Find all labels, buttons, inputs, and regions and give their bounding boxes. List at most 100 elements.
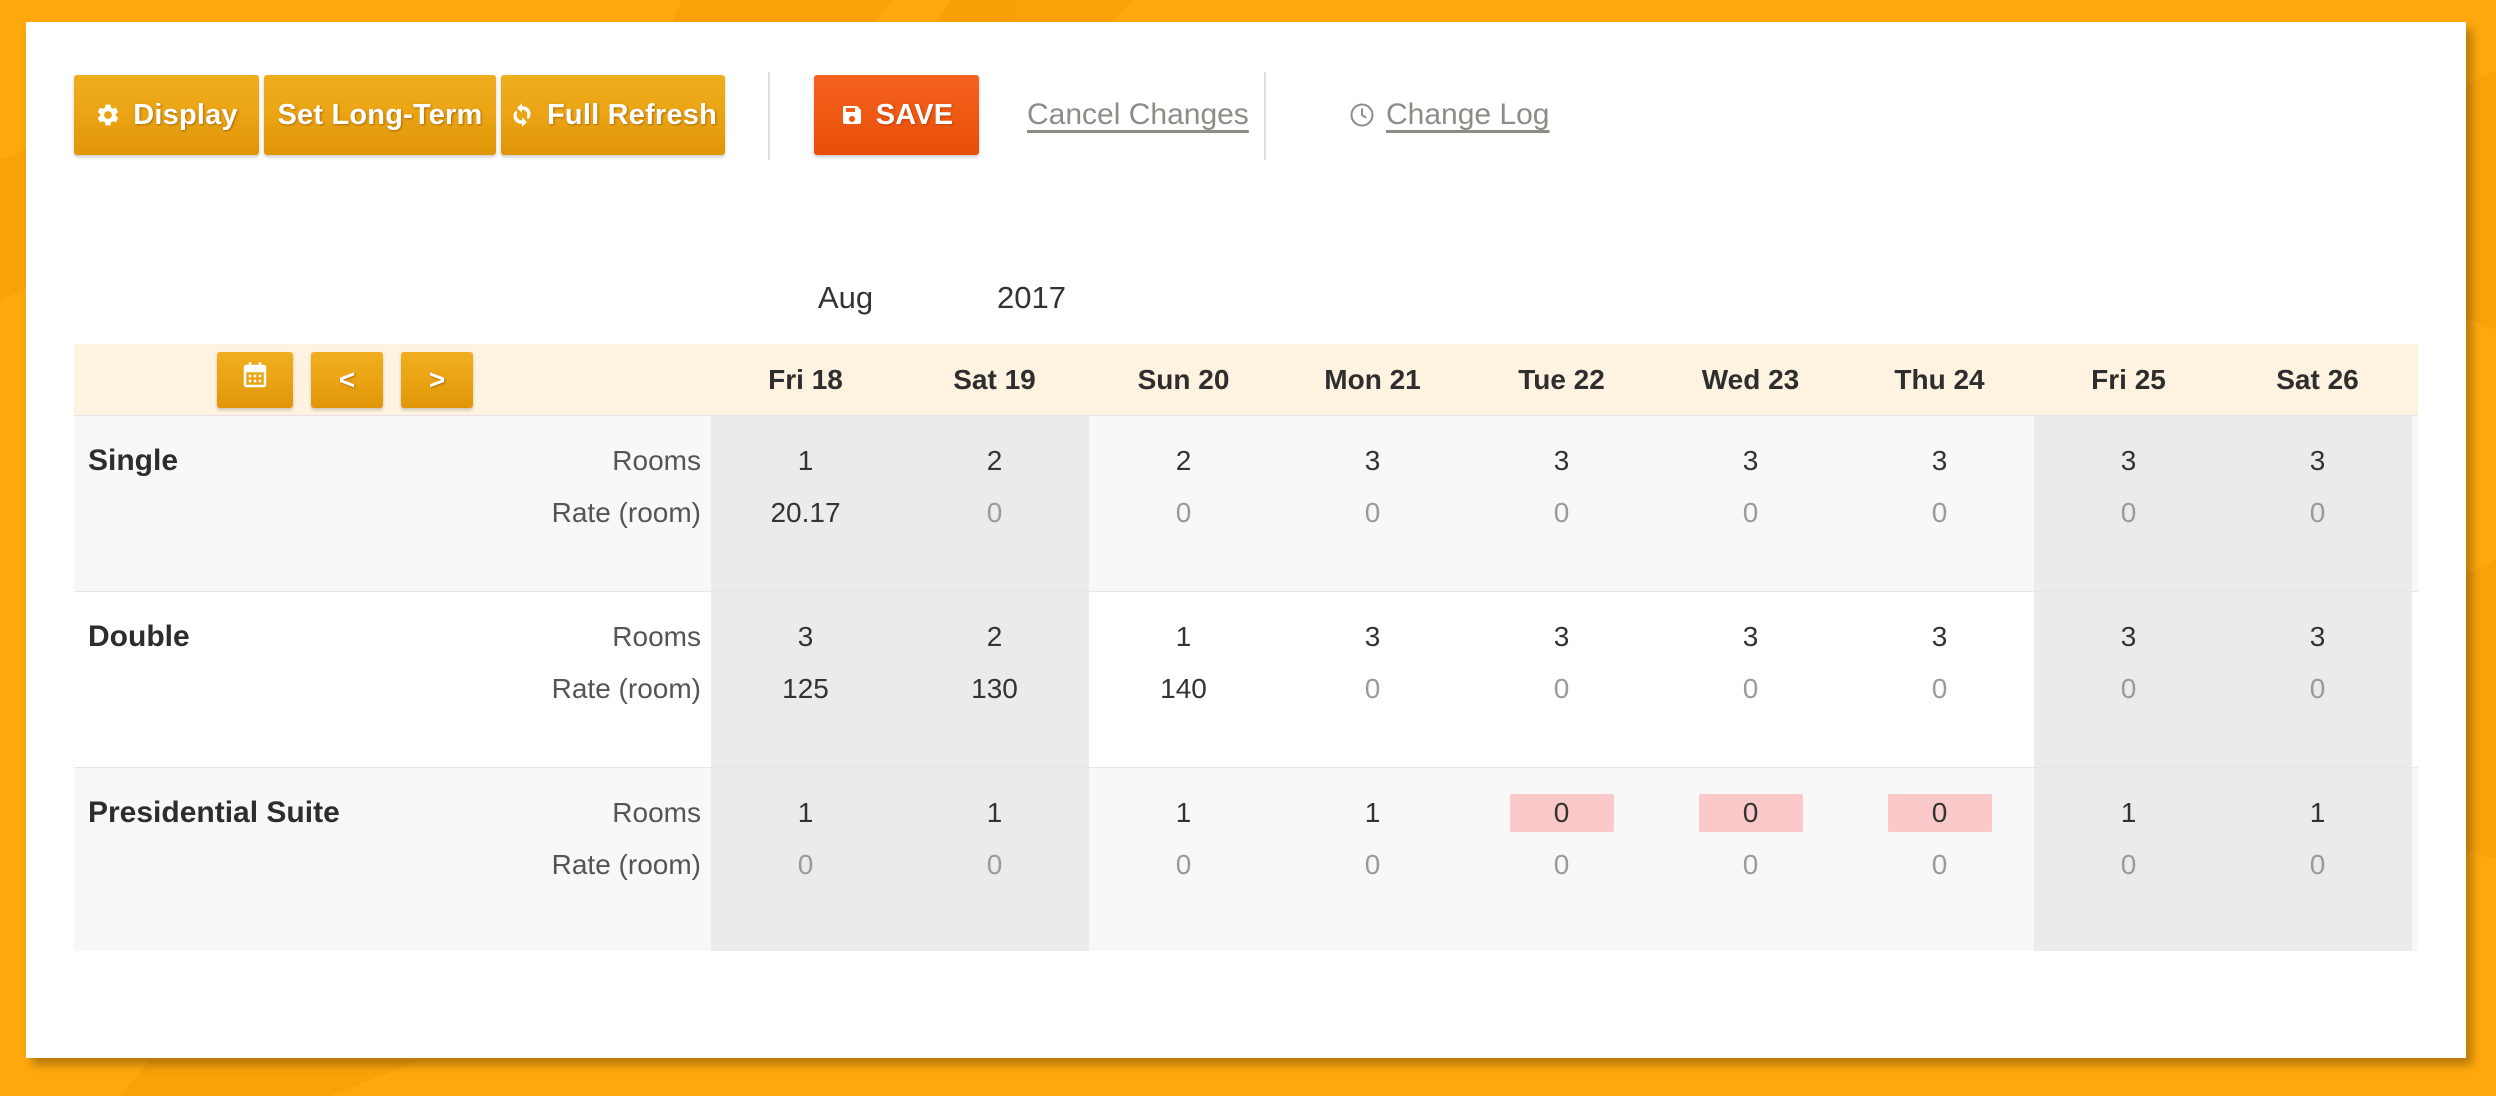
- rooms-cell[interactable]: 1: [754, 794, 858, 832]
- rate-cell[interactable]: 0: [1132, 494, 1236, 532]
- day-header[interactable]: Tue 22: [1467, 364, 1656, 396]
- day-header[interactable]: Fri 18: [711, 364, 900, 396]
- day-header[interactable]: Wed 23: [1656, 364, 1845, 396]
- room-type-label: Single: [88, 444, 179, 477]
- day-header[interactable]: Sat 26: [2223, 364, 2412, 396]
- rooms-cell[interactable]: 3: [1699, 442, 1803, 480]
- day-header[interactable]: Fri 25: [2034, 364, 2223, 396]
- day-column: 30: [2034, 592, 2223, 767]
- year-label: 2017: [997, 280, 1066, 315]
- rate-cell[interactable]: 0: [1321, 846, 1425, 884]
- day-header[interactable]: Thu 24: [1845, 364, 2034, 396]
- rate-cell[interactable]: 0: [1321, 670, 1425, 708]
- change-log-link[interactable]: Change Log: [1348, 75, 1549, 155]
- rooms-cell[interactable]: 1: [943, 794, 1047, 832]
- metric-label: Rate (room): [551, 497, 701, 528]
- day-column: 10: [2034, 768, 2223, 951]
- rate-cell[interactable]: 130: [943, 670, 1047, 708]
- set-long-term-button[interactable]: Set Long-Term: [264, 75, 496, 155]
- table-row: Double Rooms Rate (room) 3 125 2 130 1 140 3 0 3 0 3 0…: [74, 592, 2418, 768]
- calendar-nav-controls: < >: [74, 351, 479, 408]
- rooms-cell[interactable]: 2: [943, 618, 1047, 656]
- change-log-label: Change Log: [1386, 98, 1550, 131]
- rate-cell[interactable]: 0: [1699, 494, 1803, 532]
- display-button-label: Display: [133, 98, 238, 131]
- rate-cell[interactable]: 0: [1888, 670, 1992, 708]
- day-column: 1 20.17: [711, 416, 900, 591]
- rooms-cell[interactable]: 0: [1698, 794, 1803, 832]
- rate-cell[interactable]: 0: [1699, 670, 1803, 708]
- day-column: 30: [1656, 592, 1845, 767]
- rooms-cell[interactable]: 3: [2077, 442, 2181, 480]
- rooms-cell[interactable]: 3: [2266, 442, 2370, 480]
- rooms-cell[interactable]: 3: [1888, 618, 1992, 656]
- day-header[interactable]: Sun 20: [1089, 364, 1278, 396]
- rooms-cell[interactable]: 2: [943, 442, 1047, 480]
- next-week-button[interactable]: >: [401, 351, 473, 408]
- day-column: 2 130: [900, 592, 1089, 767]
- rate-cell[interactable]: 0: [2077, 670, 2181, 708]
- rate-cell[interactable]: 0: [943, 494, 1047, 532]
- day-column: 30: [2223, 416, 2412, 591]
- save-button[interactable]: SAVE: [814, 75, 979, 155]
- day-column: 30: [1656, 416, 1845, 591]
- day-column: 3 125: [711, 592, 900, 767]
- rate-cell[interactable]: 0: [2266, 494, 2370, 532]
- rate-cell[interactable]: 0: [2077, 846, 2181, 884]
- day-header[interactable]: Sat 19: [900, 364, 1089, 396]
- rooms-cell[interactable]: 3: [1699, 618, 1803, 656]
- rate-cell[interactable]: 0: [1510, 846, 1614, 884]
- full-refresh-button[interactable]: Full Refresh: [501, 75, 725, 155]
- rooms-cell[interactable]: 1: [1321, 794, 1425, 832]
- metric-label: Rate (room): [551, 849, 701, 880]
- rate-cell[interactable]: 0: [1888, 494, 1992, 532]
- rate-cell[interactable]: 0: [1510, 670, 1614, 708]
- day-column: 30: [1467, 416, 1656, 591]
- save-button-label: SAVE: [875, 98, 954, 131]
- rooms-cell[interactable]: 1: [1132, 794, 1236, 832]
- next-week-label: >: [428, 363, 446, 395]
- rooms-cell[interactable]: 1: [754, 442, 858, 480]
- day-column: 30: [1845, 592, 2034, 767]
- rooms-cell[interactable]: 3: [1321, 442, 1425, 480]
- rooms-cell[interactable]: 1: [2077, 794, 2181, 832]
- rate-cell[interactable]: 0: [2266, 670, 2370, 708]
- rooms-cell[interactable]: 3: [1510, 618, 1614, 656]
- rooms-cell[interactable]: 0: [1887, 794, 1992, 832]
- cancel-changes-link[interactable]: Cancel Changes: [1027, 75, 1249, 155]
- day-header[interactable]: Mon 21: [1278, 364, 1467, 396]
- rate-cell[interactable]: 125: [754, 670, 858, 708]
- rate-cell[interactable]: 0: [754, 846, 858, 884]
- toolbar: Display Set Long-Term Full Refresh SAVE: [26, 22, 2466, 162]
- floppy-disk-icon: [840, 103, 864, 127]
- month-label: Aug: [817, 280, 874, 315]
- rooms-cell[interactable]: 3: [1510, 442, 1614, 480]
- calendar-icon-button[interactable]: [217, 351, 293, 408]
- rooms-cell[interactable]: 1: [2266, 794, 2370, 832]
- rate-cell[interactable]: 0: [943, 846, 1047, 884]
- rate-cell[interactable]: 0: [1321, 494, 1425, 532]
- rooms-cell[interactable]: 3: [754, 618, 858, 656]
- rooms-cell[interactable]: 3: [1888, 442, 1992, 480]
- rate-cell[interactable]: 0: [2266, 846, 2370, 884]
- rate-cell[interactable]: 20.17: [754, 494, 858, 532]
- rate-cell[interactable]: 0: [1510, 494, 1614, 532]
- display-button[interactable]: Display: [74, 75, 259, 155]
- rate-cell[interactable]: 0: [1699, 846, 1803, 884]
- rooms-cell[interactable]: 2: [1132, 442, 1236, 480]
- rate-cell[interactable]: 140: [1132, 670, 1236, 708]
- metric-label: Rate (room): [551, 673, 701, 704]
- rate-cell[interactable]: 0: [1888, 846, 1992, 884]
- rooms-cell[interactable]: 3: [2077, 618, 2181, 656]
- rooms-cell[interactable]: 3: [2266, 618, 2370, 656]
- rooms-cell[interactable]: 1: [1132, 618, 1236, 656]
- day-column: 20: [1089, 416, 1278, 591]
- rooms-cell[interactable]: 3: [1321, 618, 1425, 656]
- room-type-label: Presidential Suite: [88, 796, 340, 829]
- rate-cell[interactable]: 0: [1132, 846, 1236, 884]
- prev-week-button[interactable]: <: [311, 351, 383, 408]
- prev-week-label: <: [338, 363, 356, 395]
- metric-label-column: Rooms Rate (room): [479, 416, 711, 591]
- rooms-cell[interactable]: 0: [1509, 794, 1614, 832]
- rate-cell[interactable]: 0: [2077, 494, 2181, 532]
